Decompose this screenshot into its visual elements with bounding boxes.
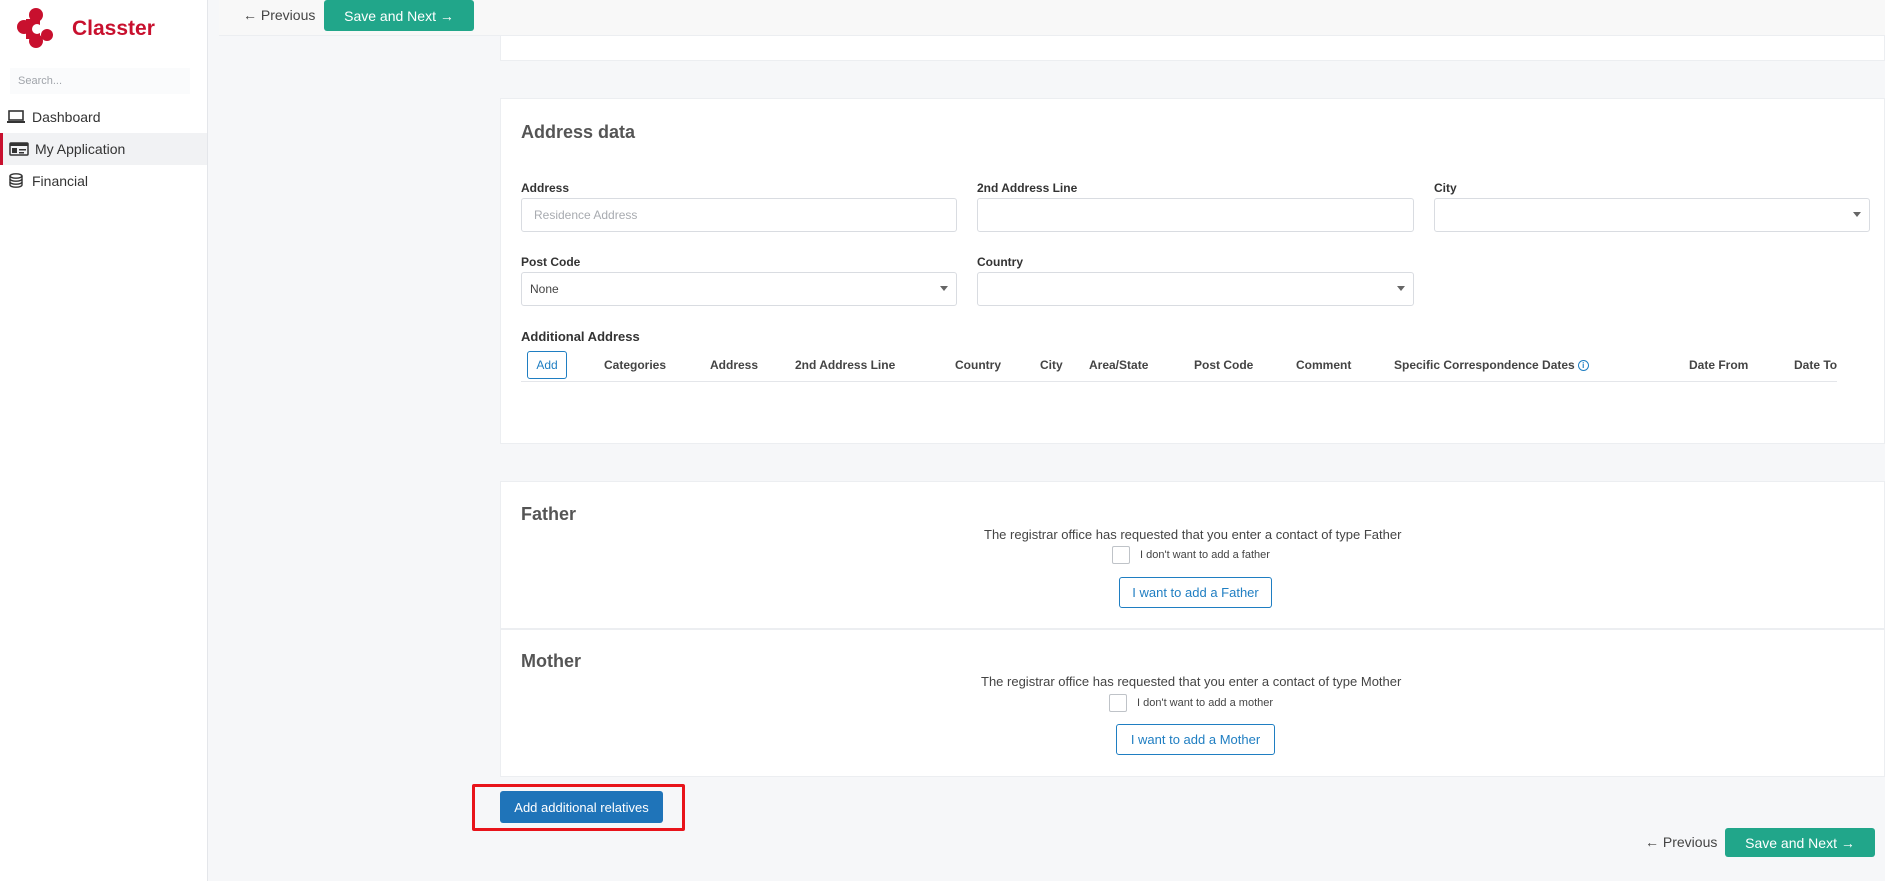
add-address-button[interactable]: Add bbox=[527, 351, 567, 379]
country-select[interactable] bbox=[977, 272, 1414, 306]
country-label: Country bbox=[977, 255, 1023, 269]
classter-logo-icon bbox=[16, 7, 56, 51]
brand-logo[interactable]: Classter bbox=[16, 4, 155, 54]
postcode-value: None bbox=[530, 282, 559, 296]
sidebar-item-financial[interactable]: Financial bbox=[0, 165, 207, 197]
address-line2-label: 2nd Address Line bbox=[977, 181, 1078, 195]
sidebar-item-label: Financial bbox=[32, 173, 89, 189]
bottom-previous-button[interactable]: ← Previous bbox=[1645, 834, 1717, 850]
bottom-save-and-next-button[interactable]: Save and Next → bbox=[1725, 828, 1875, 857]
chevron-down-icon bbox=[1397, 286, 1405, 291]
column-header-area-state: Area/State bbox=[1089, 358, 1149, 372]
brand-name: Classter bbox=[72, 17, 155, 40]
address-section-title: Address data bbox=[521, 122, 636, 142]
column-header-address-line2: 2nd Address Line bbox=[795, 358, 896, 372]
sidebar: Classter Dashboard My Application Financ… bbox=[0, 0, 208, 881]
no-father-checkbox-row: I don't want to add a father bbox=[1112, 546, 1270, 564]
additional-address-title: Additional Address bbox=[521, 329, 640, 344]
chevron-down-icon bbox=[1853, 212, 1861, 217]
city-select[interactable] bbox=[1434, 198, 1870, 232]
address-line2-input[interactable] bbox=[977, 198, 1414, 232]
sidebar-item-dashboard[interactable]: Dashboard bbox=[0, 101, 207, 133]
laptop-icon bbox=[6, 108, 26, 126]
coins-icon bbox=[6, 172, 26, 190]
add-mother-button[interactable]: I want to add a Mother bbox=[1116, 724, 1275, 755]
sidebar-search-input[interactable] bbox=[10, 68, 190, 94]
column-header-date-from: Date From bbox=[1689, 358, 1749, 372]
column-header-comment: Comment bbox=[1296, 358, 1352, 372]
previous-section-card bbox=[500, 36, 1885, 61]
column-header-label: Specific Correspondence Dates bbox=[1394, 358, 1575, 372]
column-header-country: Country bbox=[955, 358, 1001, 372]
additional-address-table-header: Add Categories Address 2nd Address Line … bbox=[521, 350, 1837, 382]
postcode-label: Post Code bbox=[521, 255, 581, 269]
sidebar-item-label: My Application bbox=[35, 141, 126, 157]
mother-request-message: The registrar office has requested that … bbox=[981, 674, 1402, 689]
previous-button[interactable]: ← Previous bbox=[243, 7, 315, 23]
id-card-icon bbox=[9, 140, 29, 158]
column-header-date-to: Date To bbox=[1794, 358, 1838, 372]
sidebar-item-my-application[interactable]: My Application bbox=[0, 133, 207, 165]
mother-section-title: Mother bbox=[521, 651, 581, 671]
no-father-checkbox[interactable] bbox=[1112, 546, 1130, 564]
city-label: City bbox=[1434, 181, 1457, 195]
highlight-box bbox=[472, 784, 685, 831]
column-header-address: Address bbox=[710, 358, 759, 372]
column-header-categories: Categories bbox=[604, 358, 667, 372]
top-action-bar: ← Previous Save and Next → bbox=[219, 0, 1885, 36]
no-mother-checkbox-row: I don't want to add a mother bbox=[1109, 694, 1273, 712]
address-label: Address bbox=[521, 181, 570, 195]
chevron-down-icon bbox=[940, 286, 948, 291]
no-mother-checkbox[interactable] bbox=[1109, 694, 1127, 712]
info-icon[interactable]: i bbox=[1577, 360, 1589, 372]
column-header-city: City bbox=[1040, 358, 1063, 372]
save-and-next-button[interactable]: Save and Next → bbox=[324, 0, 474, 31]
column-header-post-code: Post Code bbox=[1194, 358, 1254, 372]
no-mother-checkbox-label: I don't want to add a mother bbox=[1137, 697, 1274, 709]
father-request-message: The registrar office has requested that … bbox=[984, 527, 1402, 542]
postcode-select[interactable]: None bbox=[521, 272, 957, 306]
add-father-button[interactable]: I want to add a Father bbox=[1119, 577, 1272, 608]
father-section-title: Father bbox=[521, 504, 577, 524]
column-header-correspondence-dates: Specific Correspondence Dates i bbox=[1394, 358, 1589, 372]
address-input[interactable] bbox=[521, 198, 957, 232]
no-father-checkbox-label: I don't want to add a father bbox=[1140, 549, 1270, 561]
sidebar-item-label: Dashboard bbox=[32, 109, 101, 125]
address-data-card bbox=[500, 98, 1885, 444]
